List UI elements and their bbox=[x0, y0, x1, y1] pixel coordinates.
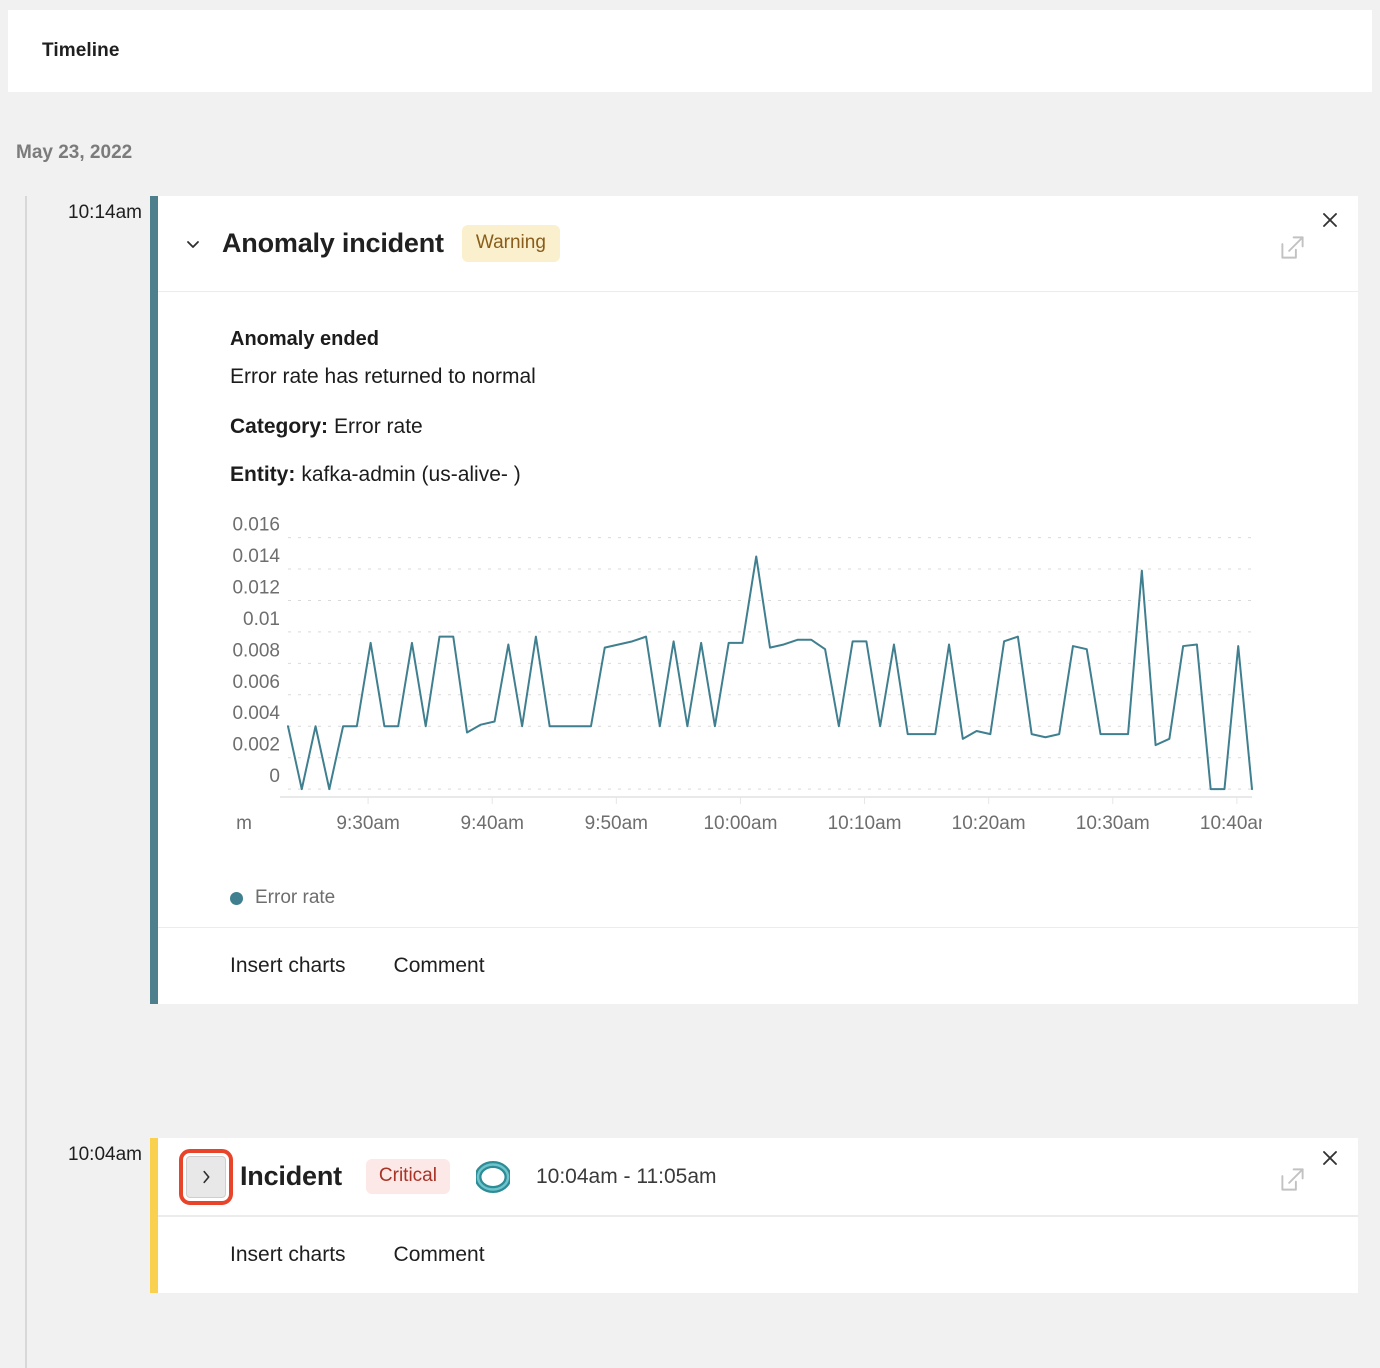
svg-text:0.008: 0.008 bbox=[232, 640, 280, 661]
svg-text:9:50am: 9:50am bbox=[585, 813, 648, 834]
anomaly-body-heading: Anomaly ended bbox=[230, 328, 379, 350]
comment-button[interactable]: Comment bbox=[394, 954, 485, 978]
entity-row: Entity: kafka-admin (us-alive- ) bbox=[230, 463, 1338, 487]
svg-text:0.012: 0.012 bbox=[232, 577, 280, 598]
incident-time-range: 10:04am - 11:05am bbox=[535, 1164, 717, 1188]
svg-text:0.006: 0.006 bbox=[232, 672, 280, 693]
legend-color-swatch bbox=[230, 891, 243, 905]
category-value: Error rate bbox=[334, 415, 423, 438]
incident-card: Incident Critical 10:04am - 11:05am Inse… bbox=[150, 1138, 1358, 1293]
chevron-right-icon[interactable] bbox=[179, 1148, 233, 1205]
anomaly-card-body: Anomaly ended Error rate has returned to… bbox=[158, 292, 1358, 927]
anomaly-body-description: Error rate has returned to normal bbox=[230, 365, 536, 388]
svg-text:m: m bbox=[236, 813, 252, 834]
chevron-down-icon[interactable] bbox=[182, 233, 204, 255]
status-badge-critical: Critical bbox=[365, 1159, 450, 1194]
svg-text:9:30am: 9:30am bbox=[336, 813, 399, 834]
svg-text:0: 0 bbox=[269, 766, 280, 787]
close-icon[interactable] bbox=[1320, 210, 1340, 230]
error-rate-line-chart: 0 0.002 0.004 0.006 0.008 0.01 0.012 0.014 0.016… bbox=[232, 515, 1262, 834]
svg-text:0.014: 0.014 bbox=[232, 546, 280, 567]
status-badge-warning: Warning bbox=[461, 225, 560, 262]
incident-card-title: Incident bbox=[240, 1161, 342, 1191]
svg-text:0.01: 0.01 bbox=[243, 609, 280, 630]
external-link-icon[interactable] bbox=[1279, 234, 1306, 261]
entity-label: Entity: bbox=[230, 463, 296, 486]
external-link-icon[interactable] bbox=[1279, 1166, 1306, 1193]
svg-text:9:40am: 9:40am bbox=[461, 813, 524, 834]
event-time: 10:04am bbox=[68, 1144, 142, 1165]
svg-text:10:40am: 10:40am bbox=[1200, 813, 1262, 834]
svg-text:10:20am: 10:20am bbox=[952, 813, 1026, 834]
insert-charts-button[interactable]: Insert charts bbox=[230, 954, 346, 978]
date-group-label: May 23, 2022 bbox=[16, 142, 133, 163]
legend-label: Error rate bbox=[255, 887, 336, 908]
timeline-event-incident: 10:04am Incident Critical 10:04am - 11:0… bbox=[0, 1138, 1380, 1293]
svg-text:10:30am: 10:30am bbox=[1076, 813, 1150, 834]
event-time: 10:14am bbox=[68, 202, 142, 223]
svg-text:0.016: 0.016 bbox=[232, 515, 280, 536]
close-icon[interactable] bbox=[1320, 1148, 1340, 1168]
anomaly-card-title: Anomaly incident bbox=[222, 228, 444, 258]
svg-text:0.002: 0.002 bbox=[232, 735, 280, 756]
entity-value: kafka-admin (us-alive- ) bbox=[301, 463, 521, 486]
error-rate-chart: 0 0.002 0.004 0.006 0.008 0.01 0.012 0.014 0.016… bbox=[230, 511, 1262, 863]
category-label: Category: bbox=[230, 415, 329, 438]
svg-text:10:00am: 10:00am bbox=[703, 813, 777, 834]
insert-charts-button[interactable]: Insert charts bbox=[230, 1243, 346, 1267]
comment-button[interactable]: Comment bbox=[394, 1243, 485, 1267]
incident-card-footer: Insert charts Comment bbox=[158, 1216, 1358, 1293]
svg-text:10:10am: 10:10am bbox=[828, 813, 902, 834]
svg-text:0.004: 0.004 bbox=[232, 703, 280, 724]
anomaly-card-footer: Insert charts Comment bbox=[158, 927, 1358, 1004]
anomaly-incident-card: Anomaly incident Warning Anomaly ended E… bbox=[150, 196, 1358, 1004]
incident-card-header: Incident Critical 10:04am - 11:05am bbox=[158, 1138, 1358, 1216]
timeline-event-anomaly: 10:14am Anomaly incident Warning Anomaly… bbox=[0, 196, 1380, 1004]
page-title: Timeline bbox=[42, 40, 120, 61]
chart-legend: Error rate bbox=[230, 887, 1338, 909]
timeline-header-bar: Timeline bbox=[8, 10, 1372, 92]
category-row: Category: Error rate bbox=[230, 415, 1338, 439]
anomaly-card-header: Anomaly incident Warning bbox=[158, 196, 1358, 292]
ring-icon bbox=[474, 1160, 512, 1194]
